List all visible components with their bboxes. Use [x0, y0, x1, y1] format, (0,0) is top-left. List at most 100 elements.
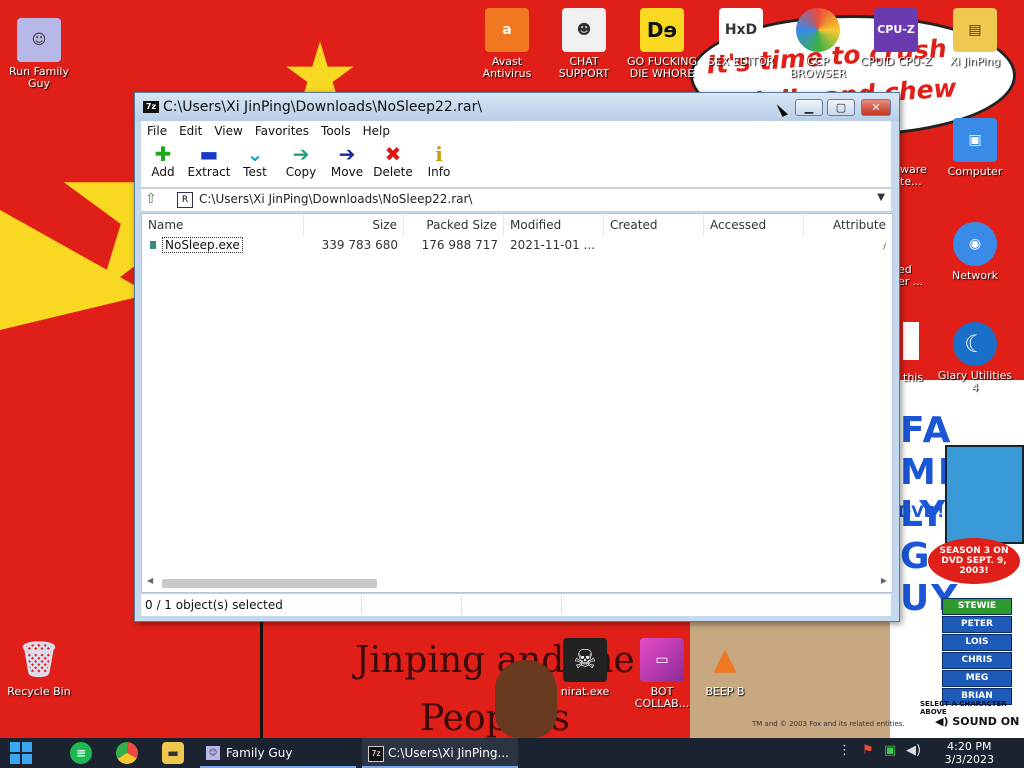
- file-explorer-icon[interactable]: ▬: [162, 742, 184, 764]
- volume-icon[interactable]: ◀): [906, 743, 921, 758]
- test-button[interactable]: ⌄ Test: [233, 143, 277, 179]
- clock-date: 3/3/2023: [944, 753, 994, 766]
- toolbar-label: Copy: [285, 165, 317, 179]
- status-divider: [361, 596, 362, 614]
- menu-tools[interactable]: Tools: [315, 121, 357, 141]
- column-packed-size[interactable]: Packed Size: [404, 214, 504, 236]
- desktop-icon-network[interactable]: ◉ Network: [937, 222, 1013, 282]
- scroll-thumb[interactable]: [162, 579, 377, 588]
- task-label: C:\Users\Xi JinPing...: [388, 746, 509, 760]
- computer-icon: ▣: [953, 118, 997, 162]
- horizontal-scrollbar[interactable]: ◀ ▶: [142, 576, 892, 590]
- info-button[interactable]: i Info: [417, 143, 461, 179]
- system-clock[interactable]: 4:20 PM 3/3/2023: [945, 740, 994, 766]
- desktop-icon-dia[interactable]: Dɘ GO FUCKING DIE WHORE: [624, 8, 700, 80]
- desktop-icon-nirat[interactable]: ☠ nirat.exe: [547, 638, 623, 698]
- row-name-cell: NoSleep.exe: [144, 236, 304, 254]
- add-button[interactable]: ✚ Add: [141, 143, 185, 179]
- menu-view[interactable]: View: [208, 121, 248, 141]
- toolbar: ✚ Add ▬ Extract ⌄ Test ➔ Copy ➔ Move ✖ D…: [141, 141, 891, 187]
- toolbar-label: Info: [427, 165, 451, 179]
- character-menu: STEWIE PETER LOIS CHRIS MEG BRIAN: [942, 598, 1012, 706]
- character-button[interactable]: LOIS: [942, 634, 1012, 651]
- add-icon: ✚: [154, 142, 172, 166]
- column-accessed[interactable]: Accessed: [704, 214, 804, 236]
- close-button[interactable]: ✕: [861, 99, 891, 116]
- desktop-icon-computer[interactable]: ▣ Computer: [937, 118, 1013, 178]
- desktop-icon-glary[interactable]: ☾ Glary Utilities 4: [937, 322, 1013, 394]
- info-icon: i: [435, 142, 443, 166]
- scroll-right-icon[interactable]: ▶: [881, 576, 887, 585]
- desktop-icon-recycle-bin[interactable]: 🗑 Recycle Bin: [1, 638, 77, 698]
- taskbar: ≡ ▬ ☺ Family Guy 7z C:\Users\Xi JinPing.…: [0, 738, 1024, 768]
- row-accessed: [704, 236, 804, 254]
- icon-label: ware te...: [900, 163, 927, 188]
- copy-button[interactable]: ➔ Copy: [279, 143, 323, 179]
- character-button[interactable]: PETER: [942, 616, 1012, 633]
- column-size[interactable]: Size: [304, 214, 404, 236]
- list-header: Name Size Packed Size Modified Created A…: [142, 214, 892, 236]
- cartoon-character: [495, 660, 557, 738]
- 7zip-task-icon: 7z: [368, 746, 384, 762]
- menu-favorites[interactable]: Favorites: [249, 121, 315, 141]
- exe-file-icon: [150, 241, 156, 249]
- delete-button[interactable]: ✖ Delete: [371, 143, 415, 179]
- icon-label: Glary Utilities 4: [937, 369, 1013, 394]
- delete-icon: ✖: [384, 142, 402, 166]
- sound-toggle[interactable]: ◀) SOUND ON: [935, 715, 1019, 728]
- toolbar-label: Add: [151, 165, 175, 179]
- copy-icon: ➔: [292, 142, 310, 166]
- desktop-icon-avast[interactable]: a Avast Antivirus: [469, 8, 545, 80]
- scroll-left-icon[interactable]: ◀: [147, 576, 153, 585]
- desktop-icon-chat-support[interactable]: ☻ CHAT SUPPORT: [546, 8, 622, 80]
- menu-bar: File Edit View Favorites Tools Help: [141, 121, 891, 141]
- menu-edit[interactable]: Edit: [173, 121, 208, 141]
- column-name[interactable]: Name: [142, 214, 304, 236]
- file-list: Name Size Packed Size Modified Created A…: [141, 213, 893, 593]
- folder-up-icon[interactable]: ⇧: [145, 191, 161, 207]
- desktop-icon-sex-editor[interactable]: HxD SEX EDITOR: [703, 8, 779, 68]
- task-family-guy[interactable]: ☺ Family Guy: [200, 738, 356, 768]
- chrome-icon[interactable]: [116, 742, 138, 764]
- cone-icon: ▲: [713, 642, 737, 677]
- windows-logo-icon: [10, 742, 20, 752]
- desktop-icon-cpuz[interactable]: CPU-Z CPUID CPU-Z: [858, 8, 934, 68]
- character-button[interactable]: CHRIS: [942, 652, 1012, 669]
- address-bar: ⇧ R C:\Users\Xi JinPing\Downloads\NoSlee…: [141, 188, 891, 212]
- icon-label: SEX EDITOR: [707, 55, 775, 68]
- menu-help[interactable]: Help: [357, 121, 396, 141]
- spotify-icon[interactable]: ≡: [70, 742, 92, 764]
- desktop-icon-bot-collab[interactable]: ▭ BOT COLLAB...: [624, 638, 700, 710]
- extract-button[interactable]: ▬ Extract: [187, 143, 231, 179]
- desktop-icon-run-family-guy[interactable]: ☺ Run Family Guy: [1, 18, 77, 90]
- flag-icon[interactable]: ⚑: [862, 743, 874, 758]
- minimize-button[interactable]: ▁: [795, 99, 823, 116]
- doctor-icon: ☻: [562, 8, 606, 52]
- move-icon: ➔: [338, 142, 356, 166]
- icon-label: Run Family Guy: [9, 65, 69, 90]
- tray-overflow-icon[interactable]: ⋮: [838, 743, 851, 758]
- column-modified[interactable]: Modified: [504, 214, 604, 236]
- browser-icon: [796, 8, 840, 52]
- address-input[interactable]: C:\Users\Xi JinPing\Downloads\NoSleep22.…: [199, 192, 472, 206]
- table-row[interactable]: NoSleep.exe 339 783 680 176 988 717 2021…: [142, 236, 892, 254]
- toolbar-label: Extract: [187, 165, 231, 179]
- desktop-icon-ccp-browser[interactable]: CCP BROWSER: [780, 8, 856, 80]
- task-7zip[interactable]: 7z C:\Users\Xi JinPing...: [362, 738, 518, 768]
- icon-label: this: [903, 371, 924, 384]
- network-tray-icon[interactable]: ▣: [884, 743, 896, 758]
- desktop-icon-partial-document[interactable]: this: [895, 322, 935, 384]
- column-attribute[interactable]: Attribute: [804, 214, 892, 236]
- column-created[interactable]: Created: [604, 214, 704, 236]
- desktop-icon-beep[interactable]: ▲ BEEP B: [700, 638, 750, 698]
- chevron-down-icon[interactable]: ▼: [877, 192, 885, 203]
- menu-file[interactable]: File: [141, 121, 173, 141]
- status-divider: [461, 596, 462, 614]
- maximize-button[interactable]: ▢: [827, 99, 855, 116]
- move-button[interactable]: ➔ Move: [325, 143, 369, 179]
- character-button[interactable]: MEG: [942, 670, 1012, 687]
- desktop-icon-user-folder[interactable]: ▤ Xi JinPing: [937, 8, 1013, 68]
- hxd-icon: HxD: [719, 8, 763, 52]
- start-button[interactable]: [10, 742, 32, 764]
- character-button[interactable]: STEWIE: [942, 598, 1012, 615]
